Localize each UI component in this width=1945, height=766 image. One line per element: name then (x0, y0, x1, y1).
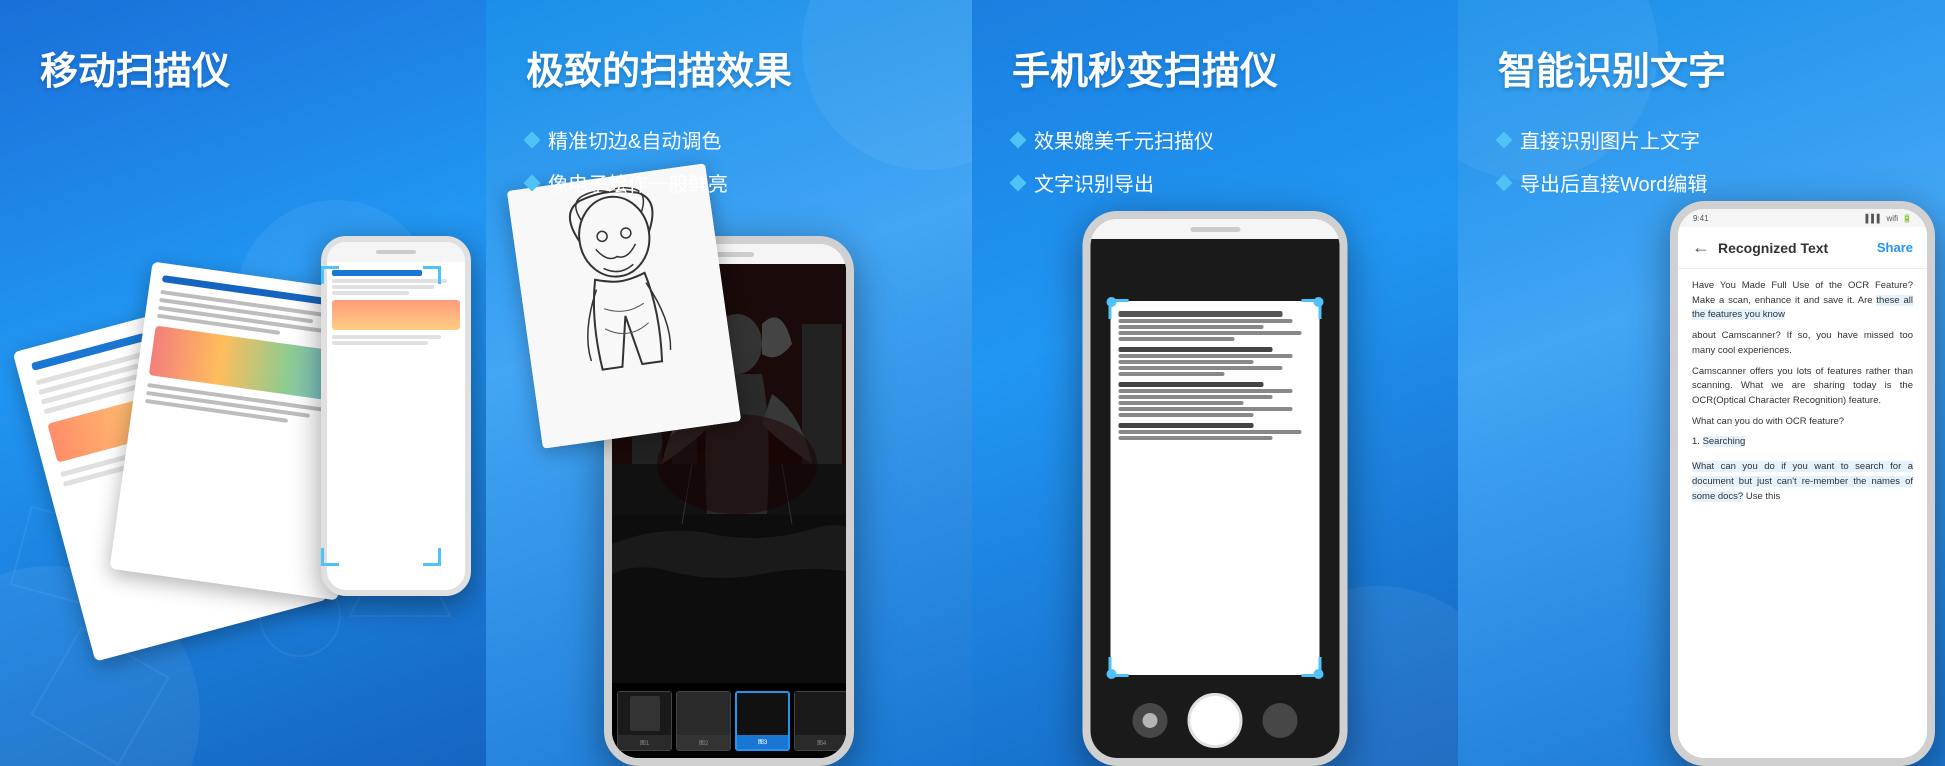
diamond-icon-3 (1010, 131, 1027, 148)
thumbnail-3[interactable]: 图3 (735, 691, 790, 751)
highlight-1: these all the features you know (1692, 295, 1913, 321)
highlight-searching: Searching (1703, 436, 1746, 447)
phone-frame-ocr-result: 9:41 ▌▌▌ wifi 🔋 ← Recognized Text Share … (1670, 201, 1935, 766)
feature-label-3: 效果媲美千元扫描仪 (1034, 125, 1214, 154)
phone-ocr-result: 9:41 ▌▌▌ wifi 🔋 ← Recognized Text Share … (1670, 201, 1935, 766)
thumbnail-strip: 图1 图2 图3 图4 (612, 683, 846, 758)
diamond-icon-2 (524, 174, 541, 191)
camera-controls (1091, 693, 1340, 748)
section-smart-recognition: 智能识别文字 直接识别图片上文字 导出后直接Word编辑 9:41 ▌▌▌ wi… (1458, 0, 1945, 766)
scan-corner-bl (1108, 657, 1128, 677)
section4-features: 直接识别图片上文字 导出后直接Word编辑 (1458, 115, 1945, 221)
section2-title: 极致的扫描效果 (486, 0, 972, 115)
diamond-icon-4 (1010, 174, 1027, 191)
ocr-title: Recognized Text (1718, 240, 1869, 256)
share-button[interactable]: Share (1877, 240, 1913, 255)
ocr-para-1: Have You Made Full Use of the OCR Featur… (1692, 279, 1913, 323)
thumbnail-1: 图1 (617, 691, 672, 751)
section3-title: 手机秒变扫描仪 (972, 0, 1458, 115)
section3-features: 效果媲美千元扫描仪 文字识别导出 (972, 115, 1458, 221)
feature-item-4: 文字识别导出 (1012, 168, 1418, 197)
ocr-content: Have You Made Full Use of the OCR Featur… (1678, 269, 1927, 758)
ocr-para-5: 1. Searching (1692, 435, 1913, 450)
feature-label-2: 像电子绘作一般鲜亮 (548, 168, 728, 197)
section2-features: 精准切边&自动调色 像电子绘作一般鲜亮 (486, 115, 972, 221)
thumbnail-2[interactable]: 图2 (676, 691, 731, 751)
scan-corner-tl (1108, 299, 1128, 319)
phone-ocr-camera (1083, 211, 1348, 766)
feature-item-2: 像电子绘作一般鲜亮 (526, 168, 932, 197)
section1-title: 移动扫描仪 (0, 0, 486, 115)
diamond-icon-1 (524, 131, 541, 148)
feature-label-6: 导出后直接Word编辑 (1520, 168, 1707, 197)
feature-label-1: 精准切边&自动调色 (548, 125, 721, 154)
camera-btn-1[interactable] (1133, 703, 1168, 738)
ocr-para-6: What can you do if you want to search fo… (1692, 460, 1913, 504)
phone-device (306, 236, 486, 616)
highlight-what: What can you do if you want to search fo… (1692, 461, 1913, 501)
ocr-header: ← Recognized Text Share (1678, 227, 1927, 269)
section4-title: 智能识别文字 (1458, 0, 1945, 115)
ocr-para-2: about Camscanner? If so, you have missed… (1692, 329, 1913, 358)
feature-item-1: 精准切边&自动调色 (526, 125, 932, 154)
back-arrow[interactable]: ← (1692, 237, 1710, 258)
diamond-icon-6 (1496, 174, 1513, 191)
ocr-para-4: What can you do with OCR feature? (1692, 415, 1913, 430)
feature-item-5: 直接识别图片上文字 (1498, 125, 1905, 154)
scan-overlay (1110, 301, 1319, 675)
feature-label-5: 直接识别图片上文字 (1520, 125, 1700, 154)
camera-btn-2[interactable] (1263, 703, 1298, 738)
diamond-icon-5 (1496, 131, 1513, 148)
thumbnail-4[interactable]: 图4 (794, 691, 846, 751)
shutter-button[interactable] (1188, 693, 1243, 748)
scan-corner-tr (1302, 299, 1322, 319)
section-phone-scanner: 手机秒变扫描仪 效果媲美千元扫描仪 文字识别导出 (972, 0, 1458, 766)
document-mockup (30, 236, 486, 736)
feature-item-6: 导出后直接Word编辑 (1498, 168, 1905, 197)
camera-viewfinder (1091, 239, 1340, 758)
section-mobile-scanner: 移动扫描仪 (0, 0, 486, 766)
feature-item-3: 效果媲美千元扫描仪 (1012, 125, 1418, 154)
scan-corner-br (1302, 657, 1322, 677)
section-scan-effect: 极致的扫描效果 精准切边&自动调色 像电子绘作一般鲜亮 (486, 0, 972, 766)
scanner-overlay (321, 266, 441, 566)
phone-manga: 图1 图2 图3 图4 (604, 236, 854, 766)
ocr-para-3: Camscanner offers you lots of features r… (1692, 365, 1913, 409)
feature-label-4: 文字识别导出 (1034, 168, 1154, 197)
phone-frame-ocr (1083, 211, 1348, 766)
